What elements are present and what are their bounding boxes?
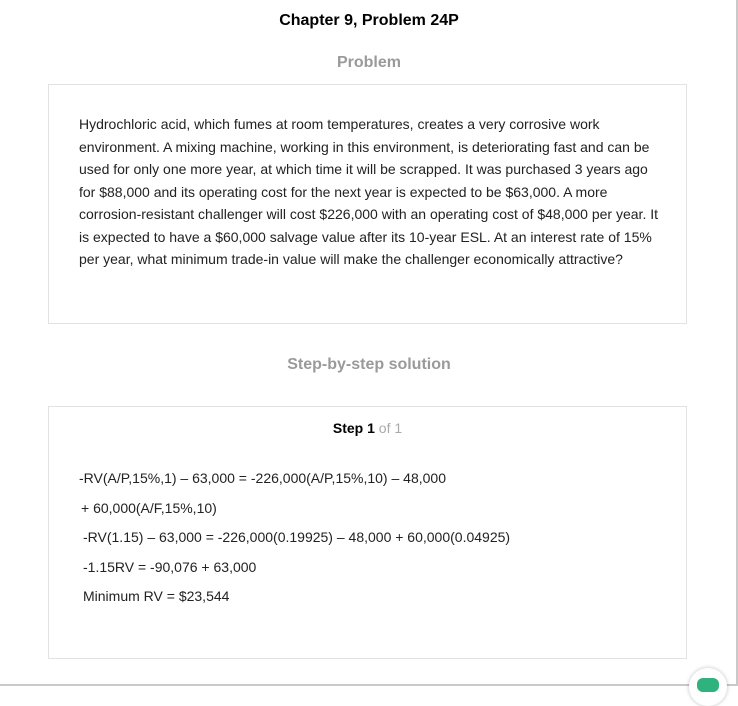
step-header: Step 1 of 1: [49, 420, 686, 436]
chat-button[interactable]: [689, 668, 727, 706]
solution-line: Minimum RV = $23,544: [83, 588, 230, 604]
problem-text: Hydrochloric acid, which fumes at room t…: [79, 116, 658, 267]
page-title: Chapter 9, Problem 24P: [279, 12, 459, 29]
problem-card: Hydrochloric acid, which fumes at room t…: [48, 84, 687, 324]
step-total: of 1: [378, 420, 403, 436]
chat-icon: [697, 678, 719, 692]
solution-card: Step 1 of 1 -RV(A/P,15%,1) – 63,000 = -2…: [48, 406, 687, 659]
solution-line: + 60,000(A/F,15%,10): [81, 500, 217, 516]
solution-heading: Step-by-step solution: [287, 356, 451, 373]
solution-line: -RV(A/P,15%,1) – 63,000 = -226,000(A/P,1…: [79, 470, 446, 486]
solution-line: -1.15RV = -90,076 + 63,000: [83, 559, 257, 575]
step-number: 1: [367, 420, 375, 436]
solution-line: -RV(1.15) – 63,000 = -226,000(0.19925) –…: [83, 529, 511, 545]
step-label: Step: [332, 420, 364, 436]
problem-heading: Problem: [336, 54, 401, 71]
